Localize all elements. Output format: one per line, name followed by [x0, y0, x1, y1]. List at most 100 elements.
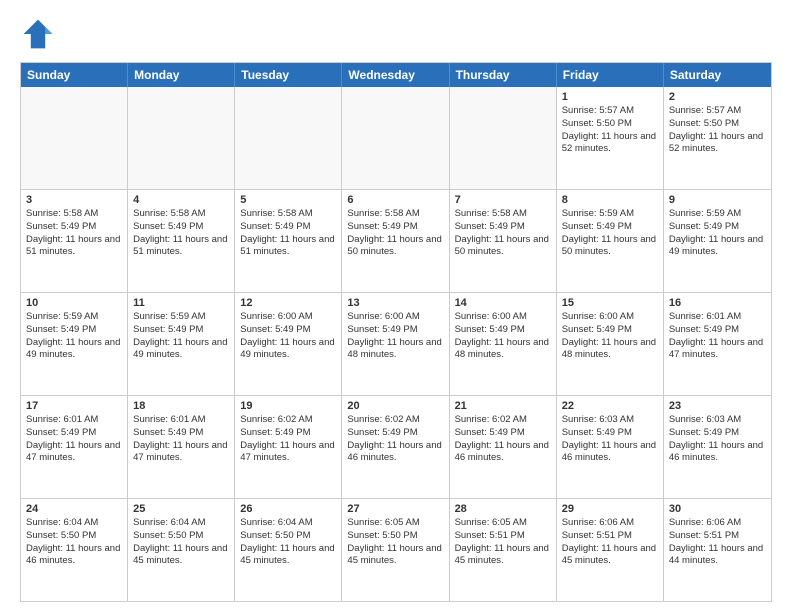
- day-info: Sunrise: 6:02 AMSunset: 5:49 PMDaylight:…: [347, 414, 443, 465]
- calendar-cell-day-25: 25Sunrise: 6:04 AMSunset: 5:50 PMDayligh…: [128, 499, 235, 601]
- day-info: Sunrise: 6:00 AMSunset: 5:49 PMDaylight:…: [240, 311, 336, 362]
- day-number: 13: [347, 297, 443, 309]
- day-number: 23: [669, 400, 766, 412]
- day-number: 15: [562, 297, 658, 309]
- weekday-header-saturday: Saturday: [664, 63, 771, 87]
- day-number: 24: [26, 503, 122, 515]
- calendar-cell-day-8: 8 Sunrise: 5:59 AMSunset: 5:49 PMDaylight…: [557, 190, 664, 292]
- day-info: Sunrise: 6:01 AMSunset: 5:49 PMDaylight:…: [26, 414, 122, 465]
- day-number: 2: [669, 91, 766, 103]
- calendar-cell-day-19: 19 Sunrise: 6:02 AMSunset: 5:49 PMDayligh…: [235, 396, 342, 498]
- day-info: Sunrise: 6:00 AMSunset: 5:49 PMDaylight:…: [455, 311, 551, 362]
- calendar-cell-empty: [128, 87, 235, 189]
- day-info: Sunrise: 5:59 AMSunset: 5:49 PMDaylight:…: [133, 311, 229, 362]
- day-info: Sunrise: 5:58 AMSunset: 5:49 PMDaylight:…: [26, 208, 122, 259]
- day-number: 27: [347, 503, 443, 515]
- day-number: 8: [562, 194, 658, 206]
- calendar-cell-day-24: 24 Sunrise: 6:04 AMSunset: 5:50 PMDayligh…: [21, 499, 128, 601]
- calendar-cell-day-26: 26 Sunrise: 6:04 AMSunset: 5:50 PMDayligh…: [235, 499, 342, 601]
- day-number: 19: [240, 400, 336, 412]
- calendar-cell-day-21: 21 Sunrise: 6:02 AMSunset: 5:49 PMDayligh…: [450, 396, 557, 498]
- day-number: 10: [26, 297, 122, 309]
- calendar-cell-day-5: 5 Sunrise: 5:58 AMSunset: 5:49 PMDaylight…: [235, 190, 342, 292]
- calendar-cell-day-27: 27Sunrise: 6:05 AMSunset: 5:50 PMDayligh…: [342, 499, 449, 601]
- day-number: 3: [26, 194, 122, 206]
- day-number: 5: [240, 194, 336, 206]
- calendar-row-2: 3 Sunrise: 5:58 AMSunset: 5:49 PMDaylight…: [21, 190, 771, 293]
- calendar-cell-day-16: 16 Sunrise: 6:01 AMSunset: 5:49 PMDayligh…: [664, 293, 771, 395]
- day-number: 1: [562, 91, 658, 103]
- day-info: Sunrise: 6:03 AMSunset: 5:49 PMDaylight:…: [562, 414, 658, 465]
- day-number: 9: [669, 194, 766, 206]
- day-info: Sunrise: 5:58 AMSunset: 5:49 PMDaylight:…: [455, 208, 551, 259]
- weekday-header-sunday: Sunday: [21, 63, 128, 87]
- calendar-cell-day-29: 29 Sunrise: 6:06 AMSunset: 5:51 PMDayligh…: [557, 499, 664, 601]
- day-info: Sunrise: 5:57 AMSunset: 5:50 PMDaylight:…: [562, 105, 658, 156]
- day-info: Sunrise: 5:59 AMSunset: 5:49 PMDaylight:…: [26, 311, 122, 362]
- day-info: Sunrise: 6:00 AMSunset: 5:49 PMDaylight:…: [562, 311, 658, 362]
- day-info: Sunrise: 6:05 AMSunset: 5:51 PMDaylight:…: [455, 517, 551, 568]
- day-info: Sunrise: 6:03 AMSunset: 5:49 PMDaylight:…: [669, 414, 766, 465]
- calendar-cell-day-11: 11Sunrise: 5:59 AMSunset: 5:49 PMDayligh…: [128, 293, 235, 395]
- day-number: 7: [455, 194, 551, 206]
- day-number: 12: [240, 297, 336, 309]
- weekday-header-monday: Monday: [128, 63, 235, 87]
- day-number: 22: [562, 400, 658, 412]
- day-info: Sunrise: 6:01 AMSunset: 5:49 PMDaylight:…: [669, 311, 766, 362]
- calendar-cell-empty: [21, 87, 128, 189]
- page: SundayMondayTuesdayWednesdayThursdayFrid…: [0, 0, 792, 612]
- calendar: SundayMondayTuesdayWednesdayThursdayFrid…: [20, 62, 772, 602]
- calendar-cell-day-28: 28 Sunrise: 6:05 AMSunset: 5:51 PMDayligh…: [450, 499, 557, 601]
- calendar-cell-day-3: 3 Sunrise: 5:58 AMSunset: 5:49 PMDaylight…: [21, 190, 128, 292]
- weekday-header-tuesday: Tuesday: [235, 63, 342, 87]
- day-info: Sunrise: 5:57 AMSunset: 5:50 PMDaylight:…: [669, 105, 766, 156]
- day-info: Sunrise: 6:06 AMSunset: 5:51 PMDaylight:…: [562, 517, 658, 568]
- day-number: 14: [455, 297, 551, 309]
- calendar-cell-day-15: 15 Sunrise: 6:00 AMSunset: 5:49 PMDayligh…: [557, 293, 664, 395]
- calendar-cell-empty: [450, 87, 557, 189]
- calendar-cell-day-6: 6Sunrise: 5:58 AMSunset: 5:49 PMDaylight…: [342, 190, 449, 292]
- day-number: 20: [347, 400, 443, 412]
- weekday-header-thursday: Thursday: [450, 63, 557, 87]
- calendar-header: SundayMondayTuesdayWednesdayThursdayFrid…: [21, 63, 771, 87]
- calendar-row-1: 1 Sunrise: 5:57 AMSunset: 5:50 PMDaylight…: [21, 87, 771, 190]
- day-info: Sunrise: 5:58 AMSunset: 5:49 PMDaylight:…: [347, 208, 443, 259]
- weekday-header-friday: Friday: [557, 63, 664, 87]
- day-info: Sunrise: 5:59 AMSunset: 5:49 PMDaylight:…: [562, 208, 658, 259]
- calendar-cell-day-4: 4Sunrise: 5:58 AMSunset: 5:49 PMDaylight…: [128, 190, 235, 292]
- day-info: Sunrise: 6:04 AMSunset: 5:50 PMDaylight:…: [240, 517, 336, 568]
- calendar-row-3: 10 Sunrise: 5:59 AMSunset: 5:49 PMDayligh…: [21, 293, 771, 396]
- day-number: 16: [669, 297, 766, 309]
- day-number: 17: [26, 400, 122, 412]
- day-info: Sunrise: 6:02 AMSunset: 5:49 PMDaylight:…: [240, 414, 336, 465]
- day-number: 30: [669, 503, 766, 515]
- calendar-cell-day-14: 14 Sunrise: 6:00 AMSunset: 5:49 PMDayligh…: [450, 293, 557, 395]
- day-info: Sunrise: 6:02 AMSunset: 5:49 PMDaylight:…: [455, 414, 551, 465]
- day-info: Sunrise: 6:00 AMSunset: 5:49 PMDaylight:…: [347, 311, 443, 362]
- header: [20, 16, 772, 52]
- day-info: Sunrise: 6:04 AMSunset: 5:50 PMDaylight:…: [133, 517, 229, 568]
- day-info: Sunrise: 5:59 AMSunset: 5:49 PMDaylight:…: [669, 208, 766, 259]
- calendar-cell-day-17: 17 Sunrise: 6:01 AMSunset: 5:49 PMDayligh…: [21, 396, 128, 498]
- calendar-cell-day-23: 23 Sunrise: 6:03 AMSunset: 5:49 PMDayligh…: [664, 396, 771, 498]
- day-info: Sunrise: 5:58 AMSunset: 5:49 PMDaylight:…: [133, 208, 229, 259]
- day-number: 26: [240, 503, 336, 515]
- calendar-cell-day-1: 1 Sunrise: 5:57 AMSunset: 5:50 PMDaylight…: [557, 87, 664, 189]
- calendar-cell-day-10: 10 Sunrise: 5:59 AMSunset: 5:49 PMDayligh…: [21, 293, 128, 395]
- calendar-cell-day-22: 22 Sunrise: 6:03 AMSunset: 5:49 PMDayligh…: [557, 396, 664, 498]
- day-number: 21: [455, 400, 551, 412]
- calendar-row-5: 24 Sunrise: 6:04 AMSunset: 5:50 PMDayligh…: [21, 499, 771, 601]
- day-number: 18: [133, 400, 229, 412]
- day-number: 28: [455, 503, 551, 515]
- logo: [20, 16, 62, 52]
- day-info: Sunrise: 6:04 AMSunset: 5:50 PMDaylight:…: [26, 517, 122, 568]
- weekday-header-wednesday: Wednesday: [342, 63, 449, 87]
- day-info: Sunrise: 5:58 AMSunset: 5:49 PMDaylight:…: [240, 208, 336, 259]
- day-info: Sunrise: 6:01 AMSunset: 5:49 PMDaylight:…: [133, 414, 229, 465]
- calendar-cell-day-30: 30Sunrise: 6:06 AMSunset: 5:51 PMDayligh…: [664, 499, 771, 601]
- calendar-cell-day-13: 13 Sunrise: 6:00 AMSunset: 5:49 PMDayligh…: [342, 293, 449, 395]
- calendar-cell-day-20: 20 Sunrise: 6:02 AMSunset: 5:49 PMDayligh…: [342, 396, 449, 498]
- calendar-cell-day-12: 12 Sunrise: 6:00 AMSunset: 5:49 PMDayligh…: [235, 293, 342, 395]
- day-number: 29: [562, 503, 658, 515]
- calendar-cell-day-7: 7 Sunrise: 5:58 AMSunset: 5:49 PMDaylight…: [450, 190, 557, 292]
